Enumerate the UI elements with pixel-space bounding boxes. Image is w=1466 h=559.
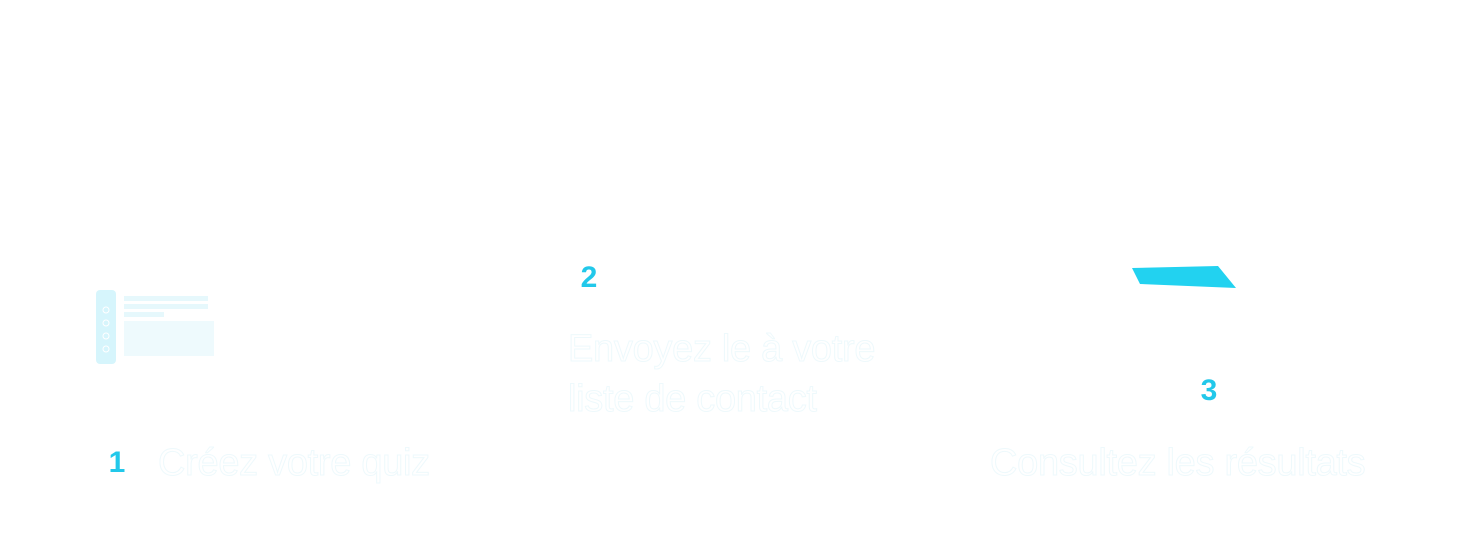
step-2-number: 2: [567, 256, 611, 300]
paper-plane-icon: [593, 47, 746, 193]
dashed-path-1: [284, 176, 559, 357]
step-3-number: 3: [1187, 369, 1231, 413]
laptop-icon: [61, 280, 257, 388]
step-1-label: Créez votre quiz: [158, 442, 431, 485]
receipt-document-icon: [1115, 141, 1304, 303]
step-1-number: 1: [95, 441, 139, 485]
step-2-label: Envoyez le à votre liste de contact: [568, 328, 877, 421]
dashed-path-2: [796, 153, 1069, 317]
step-3-label: Consultez les résultats: [989, 442, 1366, 485]
